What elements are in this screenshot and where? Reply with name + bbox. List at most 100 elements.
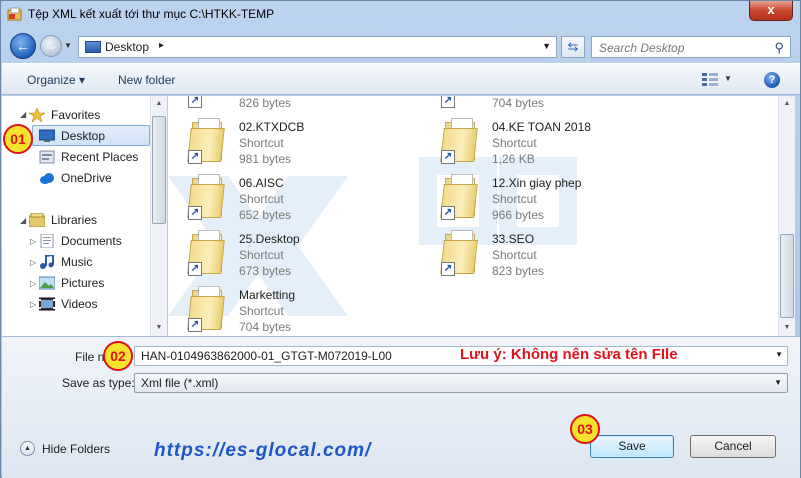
sidebar-item-label: Recent Places [61, 150, 139, 164]
file-name: 04.KE TOAN 2018 [492, 120, 591, 134]
file-name: 02.KTXDCB [239, 120, 305, 134]
scroll-up-icon[interactable]: ▲ [779, 96, 795, 112]
savetype-select[interactable]: Xml file (*.xml) ▼ [134, 373, 788, 393]
file-name: 25.Desktop [239, 232, 300, 246]
sidebar-item-label: Pictures [61, 276, 105, 290]
address-separator-icon[interactable]: ▸ [159, 40, 164, 51]
close-button[interactable]: x [749, 1, 793, 21]
shortcut-arrow-icon: ↗ [188, 262, 202, 276]
filename-value: HAN-0104963862000-01_GTGT-M072019-L00 [141, 349, 392, 363]
file-type: Shortcut [492, 248, 537, 262]
search-input[interactable]: Search Desktop ⚲ [591, 36, 791, 58]
refresh-button[interactable]: ⇆ [561, 36, 585, 58]
scroll-down-icon[interactable]: ▼ [779, 320, 795, 336]
file-list: ↗ 826 bytes ↗ 704 bytes ↗ 02.KTXDCB Shor… [168, 96, 778, 336]
sidebar-item-label: Music [61, 255, 93, 269]
hide-folders-label: Hide Folders [42, 442, 111, 456]
desktop-icon [85, 41, 101, 53]
file-name: 12.Xin giay phep [492, 176, 582, 190]
file-size: 673 bytes [239, 264, 292, 278]
step-badge-1: 01 [3, 124, 33, 154]
sidebar-item-label: Desktop [61, 129, 106, 143]
file-type: Shortcut [239, 192, 284, 206]
shortcut-arrow-icon: ↗ [188, 96, 202, 108]
savetype-dropdown-icon[interactable]: ▼ [774, 378, 782, 387]
recent-pages-dropdown[interactable]: ▼ [64, 41, 72, 50]
list-item[interactable]: ↗ 826 bytes [168, 96, 408, 112]
address-text: Desktop [105, 40, 150, 54]
sidebar-item-label: Videos [61, 297, 98, 311]
file-size: 966 bytes [492, 208, 545, 222]
organize-button[interactable]: Organize ▾ [27, 73, 85, 87]
file-type: Shortcut [492, 136, 537, 150]
warning-note: Lưu ý: Không nên sửa tên FIle [460, 346, 678, 363]
savetype-value: Xml file (*.xml) [141, 376, 219, 390]
file-type: Shortcut [239, 248, 284, 262]
file-size: 981 bytes [239, 152, 292, 166]
cancel-button[interactable]: Cancel [690, 435, 776, 458]
videos-icon [39, 297, 55, 311]
filename-label: File n [75, 350, 105, 364]
documents-icon [40, 234, 54, 248]
scroll-up-icon[interactable]: ▲ [151, 96, 167, 112]
address-dropdown-icon[interactable]: ▼ [542, 41, 551, 51]
shortcut-arrow-icon: ↗ [441, 206, 455, 220]
list-item[interactable]: ↗ 25.Desktop Shortcut 673 bytes [168, 228, 408, 280]
recent-places-icon [39, 150, 55, 164]
list-item[interactable]: ↗ 33.SEO Shortcut 823 bytes [421, 228, 661, 280]
expand-icon[interactable]: ▷ [30, 279, 36, 288]
view-dropdown-icon[interactable]: ▼ [724, 74, 732, 83]
title-bar: Tệp XML kết xuất tới thư mục C:\HTKK-TEM… [1, 1, 801, 29]
list-item[interactable]: ↗ 02.KTXDCB Shortcut 981 bytes [168, 116, 408, 168]
forward-button[interactable]: → [40, 35, 62, 57]
filename-dropdown-icon[interactable]: ▼ [775, 350, 783, 359]
file-name: 06.AISC [239, 176, 284, 190]
file-name: Marketting [239, 288, 296, 302]
pictures-icon [39, 276, 55, 290]
window-title: Tệp XML kết xuất tới thư mục C:\HTKK-TEM… [28, 7, 275, 21]
view-options-icon[interactable] [702, 72, 718, 86]
file-list-scroll-thumb[interactable] [780, 234, 794, 318]
search-icon[interactable]: ⚲ [774, 40, 784, 56]
navigation-bar: ← → ▼ Desktop ▸ ▼ ⇆ Search Desktop ⚲ [1, 29, 801, 63]
file-size: 704 bytes [492, 96, 545, 110]
sidebar-item-label: Documents [61, 234, 122, 248]
cloud-icon [40, 173, 54, 184]
favorites-collapse-icon[interactable]: ◢ [20, 110, 26, 119]
sidebar-scroll-thumb[interactable] [152, 116, 166, 224]
list-item[interactable]: ↗ 04.KE TOAN 2018 Shortcut 1,26 KB [421, 116, 661, 168]
app-icon [7, 7, 22, 21]
desktop-icon [39, 129, 55, 142]
scroll-down-icon[interactable]: ▼ [151, 320, 167, 336]
file-size: 823 bytes [492, 264, 545, 278]
libraries-collapse-icon[interactable]: ◢ [20, 216, 26, 225]
expand-icon[interactable]: ▷ [30, 300, 36, 309]
address-bar[interactable]: Desktop ▸ ▼ [78, 36, 557, 58]
website-url: https://es-glocal.com/ [154, 440, 372, 461]
step-badge-3: 03 [570, 414, 600, 444]
list-item[interactable]: ↗ Marketting Shortcut 704 bytes [168, 284, 408, 336]
list-item[interactable]: ↗ 06.AISC Shortcut 652 bytes [168, 172, 408, 224]
savetype-label: Save as type: [62, 376, 135, 390]
list-item[interactable]: ↗ 12.Xin giay phep Shortcut 966 bytes [421, 172, 661, 224]
file-list-scrollbar[interactable]: ▲ ▼ [778, 96, 795, 336]
back-button[interactable]: ← [10, 33, 36, 59]
expand-icon[interactable]: ▷ [30, 237, 36, 246]
new-folder-button[interactable]: New folder [118, 73, 175, 87]
save-button[interactable]: Save [590, 435, 674, 458]
command-toolbar: Organize ▾ New folder ▼ ? [2, 63, 800, 95]
sidebar-scrollbar[interactable]: ▲ ▼ [150, 96, 167, 336]
chevron-up-icon: ▲ [20, 441, 35, 456]
shortcut-arrow-icon: ↗ [188, 206, 202, 220]
music-icon [40, 255, 54, 269]
file-name: 33.SEO [492, 232, 535, 246]
shortcut-arrow-icon: ↗ [188, 150, 202, 164]
list-item[interactable]: ↗ 704 bytes [421, 96, 661, 112]
help-button[interactable]: ? [764, 72, 780, 88]
file-type: Shortcut [239, 136, 284, 150]
sidebar-item-label: OneDrive [61, 171, 112, 185]
file-type: Shortcut [492, 192, 537, 206]
file-type: Shortcut [239, 304, 284, 318]
expand-icon[interactable]: ▷ [30, 258, 36, 267]
sidebar-item-label: Libraries [51, 213, 98, 227]
